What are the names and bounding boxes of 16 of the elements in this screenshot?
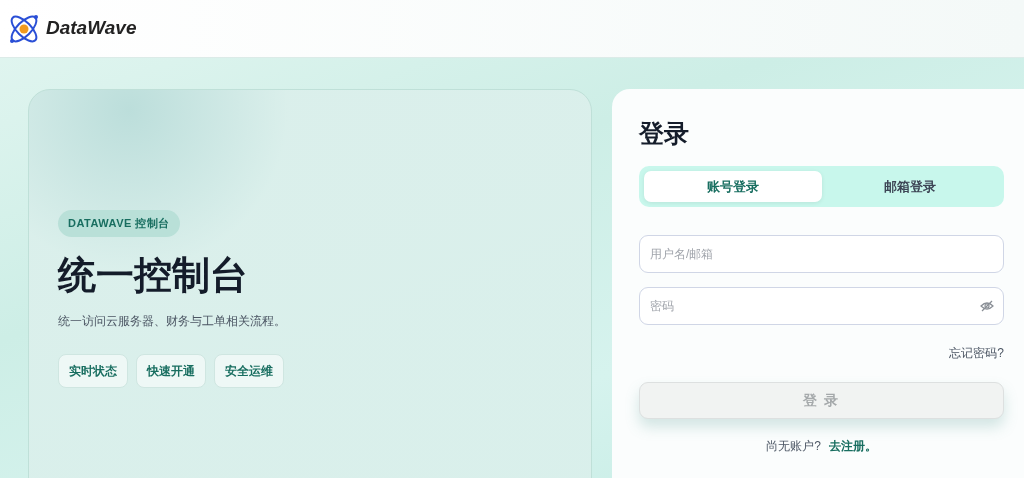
- login-tab[interactable]: 邮箱登录: [821, 170, 999, 202]
- forgot-password-link[interactable]: 忘记密码?: [949, 344, 1004, 362]
- signup-link[interactable]: 去注册。: [828, 437, 877, 455]
- feature-tag: 实时状态: [58, 353, 128, 388]
- hero-subtitle: 统一访问云服务器、财务与工单相关流程。: [58, 312, 286, 330]
- login-title: 登录: [639, 118, 690, 149]
- password-field[interactable]: 密码: [639, 287, 1004, 325]
- hero-label: DATAWAVE 控制台: [58, 210, 180, 237]
- eye-hidden-icon[interactable]: [980, 300, 994, 312]
- hero-title: 统一控制台: [58, 252, 248, 298]
- feature-tag: 安全运维: [214, 353, 284, 388]
- feature-tag: 快速开通: [136, 353, 206, 388]
- logo-text: DataWave: [46, 16, 137, 41]
- login-tab[interactable]: 账号登录: [644, 170, 822, 202]
- signup-prompt: 尚无账户?: [766, 438, 821, 455]
- username-field[interactable]: 用户名/邮箱: [639, 235, 1004, 273]
